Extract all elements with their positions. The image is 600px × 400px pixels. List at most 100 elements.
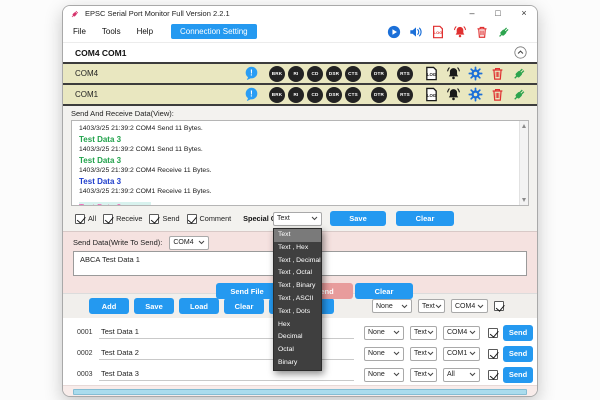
load-button[interactable]: Load bbox=[179, 298, 219, 314]
menu-help[interactable]: Help bbox=[137, 27, 153, 36]
desktop: EPSC Serial Port Monitor Full Version 2.… bbox=[0, 0, 600, 400]
close-icon[interactable]: × bbox=[511, 6, 537, 21]
chevron-down-icon bbox=[477, 304, 484, 309]
log-icon[interactable]: LOG bbox=[424, 87, 439, 102]
collapse-chevron-icon[interactable] bbox=[514, 46, 527, 59]
connection-setting-button[interactable]: Connection Setting bbox=[171, 24, 257, 39]
play-icon[interactable] bbox=[387, 25, 401, 39]
ports-header: COM4 COM1 bbox=[63, 43, 537, 62]
row-send-button[interactable]: Send bbox=[503, 346, 533, 362]
trash-icon[interactable] bbox=[490, 66, 505, 81]
dropdown-item[interactable]: Octal bbox=[274, 344, 321, 357]
trash-icon[interactable] bbox=[475, 25, 489, 39]
clear-button[interactable]: Clear bbox=[224, 298, 264, 314]
dropdown-item[interactable]: Text , ASCII bbox=[274, 293, 321, 306]
connect-plug-icon[interactable] bbox=[497, 25, 511, 39]
log-view[interactable]: 1403/3/25 21:39:2 COM4 Send 11 Bytes. Te… bbox=[71, 120, 529, 206]
dropdown-item[interactable]: Text , Binary bbox=[274, 280, 321, 293]
row-send-button[interactable]: Send bbox=[503, 367, 533, 383]
row-port-select[interactable]: COM4 bbox=[443, 326, 480, 340]
scroll-up-icon[interactable] bbox=[522, 124, 526, 128]
dropdown-item[interactable]: Text bbox=[274, 229, 321, 242]
filter-comment[interactable]: Comment bbox=[187, 214, 232, 224]
menu-tools[interactable]: Tools bbox=[102, 27, 121, 36]
gear-icon[interactable] bbox=[468, 87, 483, 102]
log-icon[interactable]: LOG bbox=[431, 25, 445, 39]
dropdown-item[interactable]: Decimal bbox=[274, 331, 321, 344]
special-chars-select[interactable]: Text bbox=[273, 212, 322, 226]
menu-file[interactable]: File bbox=[73, 27, 86, 36]
add-button[interactable]: Add bbox=[89, 298, 129, 314]
dropdown-item[interactable]: Text , Decimal bbox=[274, 255, 321, 268]
signal-badge-dsr[interactable]: DSR bbox=[326, 87, 342, 103]
filter-all[interactable]: All bbox=[75, 214, 96, 224]
bell-icon[interactable] bbox=[446, 87, 461, 102]
master-none-select[interactable]: None bbox=[372, 299, 412, 313]
minimize-icon[interactable]: – bbox=[459, 6, 485, 21]
dropdown-item[interactable]: Text , Dots bbox=[274, 306, 321, 319]
signal-badge-brk[interactable]: BRK bbox=[269, 87, 285, 103]
log-line: 1403/3/25 21:39:2 COM1 Receive 11 Bytes. bbox=[79, 187, 514, 197]
log-icon[interactable]: LOG bbox=[424, 66, 439, 81]
signal-badge-brk[interactable]: BRK bbox=[269, 66, 285, 82]
send-clear-button[interactable]: Clear bbox=[355, 283, 413, 299]
row-checkbox[interactable] bbox=[488, 370, 498, 380]
signal-badge-rts[interactable]: RTS bbox=[397, 87, 413, 103]
view-save-button[interactable]: Save bbox=[330, 211, 386, 226]
master-format-select[interactable]: Text bbox=[418, 299, 445, 313]
view-clear-button[interactable]: Clear bbox=[396, 211, 454, 226]
comment-checkbox[interactable] bbox=[187, 214, 197, 224]
row-none-select[interactable]: None bbox=[364, 347, 404, 361]
signal-badge-dtr[interactable]: DTR bbox=[371, 66, 387, 82]
chevron-down-icon bbox=[469, 372, 476, 377]
all-checkbox[interactable] bbox=[75, 214, 85, 224]
send-port-select[interactable]: COM4 bbox=[169, 236, 209, 250]
dropdown-item[interactable]: Binary bbox=[274, 357, 321, 370]
bell-icon[interactable] bbox=[446, 66, 461, 81]
scroll-down-icon[interactable] bbox=[522, 198, 526, 202]
trash-icon[interactable] bbox=[490, 87, 505, 102]
dropdown-item[interactable]: Text , Hex bbox=[274, 242, 321, 255]
signal-badge-cts[interactable]: CTS bbox=[345, 66, 361, 82]
save-button[interactable]: Save bbox=[134, 298, 174, 314]
send-file-button[interactable]: Send File bbox=[216, 283, 278, 299]
alert-balloon-icon[interactable]: ! bbox=[244, 87, 259, 102]
speaker-icon[interactable] bbox=[409, 25, 423, 39]
signal-badge-dtr[interactable]: DTR bbox=[371, 87, 387, 103]
row-send-button[interactable]: Send bbox=[503, 325, 533, 341]
row-none-select[interactable]: None bbox=[364, 326, 404, 340]
send-checkbox[interactable] bbox=[149, 214, 159, 224]
chevron-down-icon bbox=[427, 330, 434, 335]
signal-badge-dsr[interactable]: DSR bbox=[326, 66, 342, 82]
signal-badge-rts[interactable]: RTS bbox=[397, 66, 413, 82]
signal-badge-cts[interactable]: CTS bbox=[345, 87, 361, 103]
signal-badge-cd[interactable]: CD bbox=[307, 87, 323, 103]
row-checkbox[interactable] bbox=[488, 349, 498, 359]
master-checkbox[interactable] bbox=[494, 301, 504, 311]
dropdown-item[interactable]: Text , Octal bbox=[274, 267, 321, 280]
signal-badge-cd[interactable]: CD bbox=[307, 66, 323, 82]
row-format-select[interactable]: Text bbox=[410, 326, 437, 340]
row-format-select[interactable]: Text bbox=[410, 368, 437, 382]
filter-receive[interactable]: Receive bbox=[103, 214, 142, 224]
alarm-bell-icon[interactable] bbox=[453, 25, 467, 39]
connect-plug-icon[interactable] bbox=[512, 66, 527, 81]
master-port-select[interactable]: COM4 bbox=[451, 299, 488, 313]
row-none-select[interactable]: None bbox=[364, 368, 404, 382]
row-checkbox[interactable] bbox=[488, 328, 498, 338]
signal-badge-ri[interactable]: RI bbox=[288, 87, 304, 103]
connect-plug-icon[interactable] bbox=[512, 87, 527, 102]
dropdown-item[interactable]: Hex bbox=[274, 319, 321, 332]
maximize-icon[interactable]: □ bbox=[485, 6, 511, 21]
row-port-select[interactable]: All bbox=[443, 368, 480, 382]
alert-balloon-icon[interactable]: ! bbox=[244, 66, 259, 81]
scrollbar[interactable] bbox=[519, 121, 528, 205]
row-port-select[interactable]: COM1 bbox=[443, 347, 480, 361]
gear-icon[interactable] bbox=[468, 66, 483, 81]
filter-send[interactable]: Send bbox=[149, 214, 179, 224]
row-id: 0001 bbox=[77, 329, 99, 336]
row-format-select[interactable]: Text bbox=[410, 347, 437, 361]
chevron-down-icon bbox=[427, 372, 434, 377]
signal-badge-ri[interactable]: RI bbox=[288, 66, 304, 82]
receive-checkbox[interactable] bbox=[103, 214, 113, 224]
